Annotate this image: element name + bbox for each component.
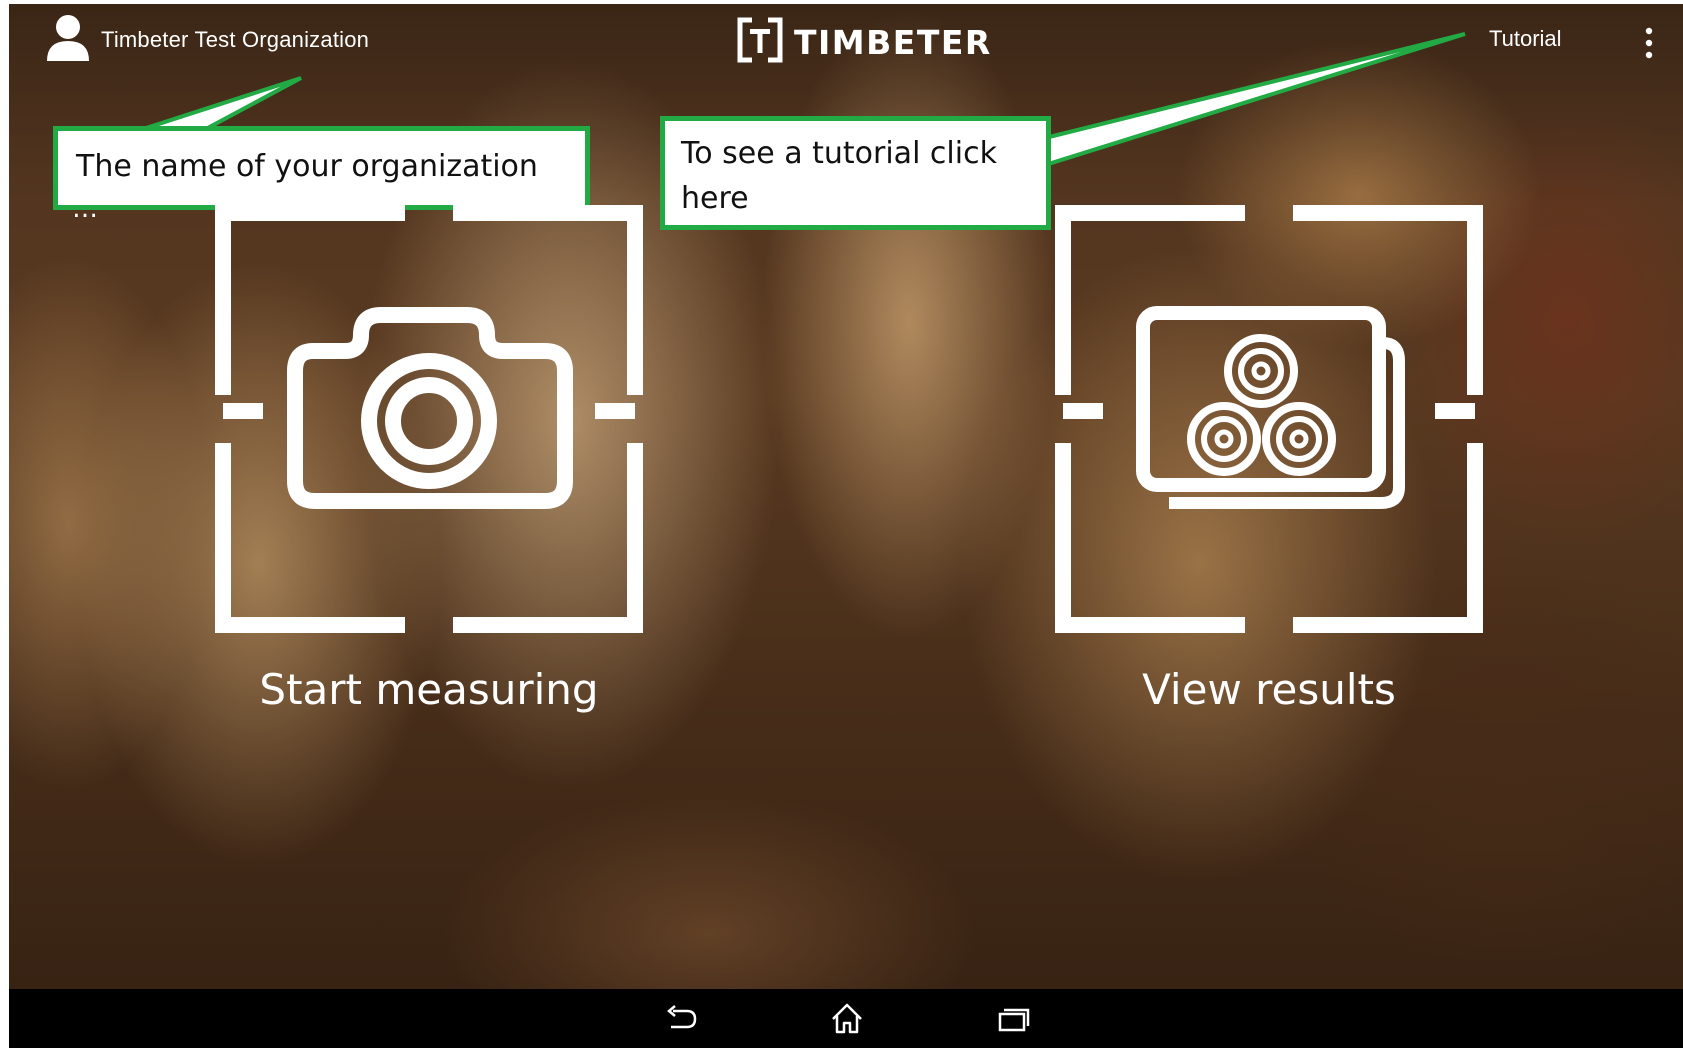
nav-recents-button[interactable] bbox=[994, 999, 1034, 1039]
tutorial-callout-line-1: To see a tutorial click bbox=[681, 136, 997, 171]
camera-icon bbox=[287, 307, 573, 509]
view-results-button[interactable]: View results bbox=[1055, 205, 1483, 715]
home-icon bbox=[827, 1003, 867, 1043]
view-results-label: View results bbox=[1142, 665, 1396, 714]
app-screen: Timbeter Test Organization TIMBETER Tuto… bbox=[9, 4, 1683, 1048]
log-stack-gallery-icon bbox=[1136, 306, 1405, 509]
viewfinder-frame bbox=[1055, 205, 1483, 633]
tutorial-callout-line-2: here bbox=[681, 181, 749, 216]
start-measuring-button[interactable]: Start measuring bbox=[215, 205, 643, 715]
nav-back-button[interactable] bbox=[661, 999, 701, 1039]
back-icon bbox=[661, 1005, 701, 1043]
nav-home-button[interactable] bbox=[827, 999, 867, 1039]
organization-callout-text: The name of your organization bbox=[76, 149, 538, 184]
system-navigation-bar bbox=[9, 989, 1683, 1048]
start-measuring-label: Start measuring bbox=[259, 665, 599, 714]
tutorial-callout: To see a tutorial click here bbox=[660, 116, 1051, 230]
organization-callout: The name of your organization bbox=[53, 126, 590, 210]
viewfinder-frame bbox=[215, 205, 643, 633]
recent-apps-icon bbox=[994, 1008, 1034, 1043]
organization-callout-ellipsis: … bbox=[72, 194, 98, 224]
